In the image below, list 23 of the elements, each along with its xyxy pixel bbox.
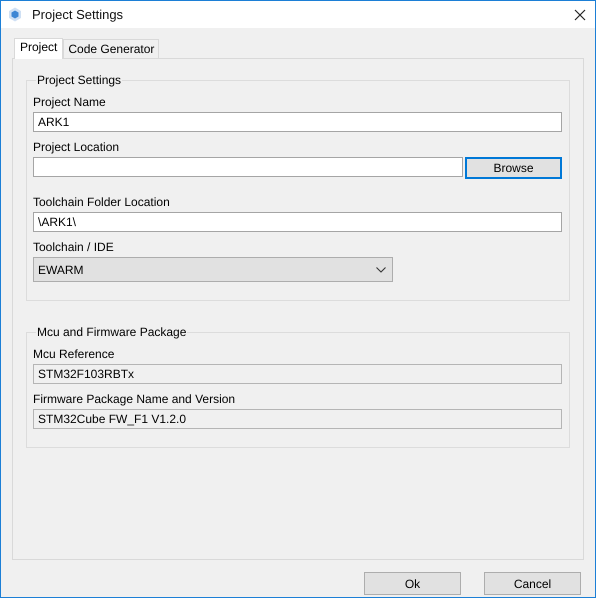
field-label: Project Location bbox=[33, 140, 120, 154]
field-label: Toolchain Folder Location bbox=[33, 195, 171, 209]
field-label: Mcu Reference bbox=[33, 347, 116, 361]
input-field[interactable]: \ARK1\ bbox=[33, 212, 562, 232]
window-title: Project Settings bbox=[32, 7, 124, 22]
cube-icon bbox=[8, 7, 22, 22]
tab[interactable]: Project bbox=[14, 38, 64, 59]
input-field[interactable] bbox=[33, 157, 463, 177]
field-label: Project Name bbox=[33, 95, 107, 109]
field-label: Firmware Package Name and Version bbox=[33, 392, 236, 406]
ok-button[interactable]: Ok bbox=[364, 572, 461, 595]
tab[interactable]: Code Generator bbox=[63, 39, 160, 58]
dropdown[interactable]: EWARM bbox=[33, 257, 393, 282]
group-title: Project Settings bbox=[36, 73, 122, 87]
input-field[interactable]: STM32F103RBTx bbox=[33, 364, 562, 384]
field-label: Toolchain / IDE bbox=[33, 240, 115, 254]
browse-button[interactable]: Browse bbox=[465, 157, 562, 179]
cancel-button[interactable]: Cancel bbox=[484, 572, 581, 595]
chevron-down-icon bbox=[376, 266, 386, 272]
group-title: Mcu and Firmware Package bbox=[36, 325, 188, 339]
input-field[interactable]: STM32Cube FW_F1 V1.2.0 bbox=[33, 409, 562, 429]
close-button[interactable] bbox=[574, 8, 586, 20]
input-field[interactable]: ARK1 bbox=[33, 112, 562, 132]
